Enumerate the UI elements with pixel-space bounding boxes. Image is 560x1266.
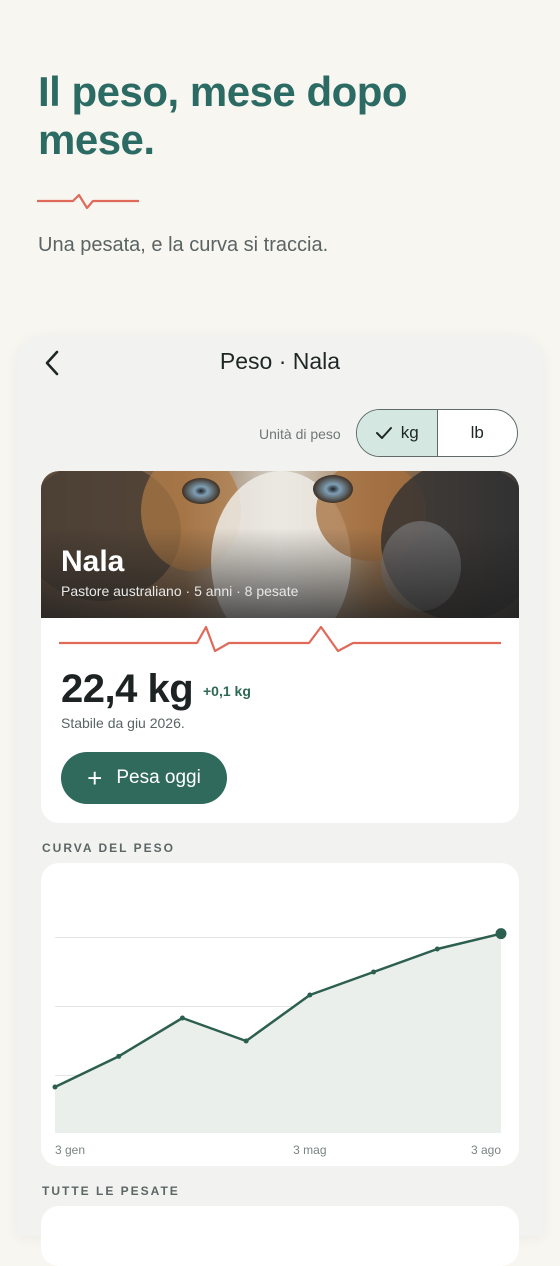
- weight-status: Stabile da giu 2026.: [61, 715, 185, 731]
- weight-chart-svg: 3 gen 3 mag 3 ago: [52, 928, 507, 1157]
- weight-delta: +0,1 kg: [203, 683, 251, 699]
- weighings-list: [41, 1206, 519, 1266]
- chart-area: [55, 933, 501, 1133]
- chart-point: [52, 1084, 58, 1090]
- current-weight: 22,4 kg: [61, 667, 194, 711]
- chart-latest-point: [495, 928, 507, 940]
- plus-icon: +: [87, 763, 103, 793]
- chart-point: [307, 992, 313, 998]
- unit-option-kg[interactable]: kg: [357, 410, 438, 456]
- chart-point: [434, 946, 440, 952]
- unit-option-label: kg: [400, 423, 419, 442]
- chart-point: [371, 969, 377, 975]
- unit-option-lb[interactable]: lb: [438, 410, 518, 456]
- chart-x-tick-label: 3 mag: [293, 1143, 326, 1157]
- section-label-curve: CURVA DEL PESO: [42, 841, 175, 855]
- chart-x-tick-label: 3 gen: [55, 1143, 85, 1157]
- pulse-divider-icon: [37, 193, 139, 210]
- heartbeat-line-icon: [59, 625, 501, 653]
- unit-option-label: lb: [470, 423, 484, 442]
- section-label-all: TUTTE LE PESATE: [42, 1184, 180, 1198]
- unit-label: Unità di peso: [259, 426, 341, 442]
- unit-toggle: kg lb: [356, 409, 518, 457]
- chart-point: [116, 1053, 122, 1059]
- pet-meta: Pastore australiano · 5 anni · 8 pesate: [61, 583, 299, 599]
- phone-screen: Peso · Nala Unità di peso kg lb Nala Pas…: [17, 336, 543, 1266]
- hero-title: Il peso, mese dopo mese.: [38, 68, 408, 163]
- weigh-today-label: Pesa oggi: [116, 767, 201, 788]
- screen-title: Peso · Nala: [219, 348, 341, 374]
- chart-x-tick-label: 3 ago: [471, 1143, 501, 1157]
- hero-subtitle: Una pesata, e la curva si traccia.: [38, 234, 329, 256]
- chart-point: [179, 1015, 185, 1021]
- pet-name: Nala: [61, 545, 125, 578]
- weigh-today-button[interactable]: + Pesa oggi: [61, 752, 227, 804]
- pet-card: Nala Pastore australiano · 5 anni · 8 pe…: [41, 471, 519, 823]
- pet-photo: Nala Pastore australiano · 5 anni · 8 pe…: [41, 471, 519, 618]
- weight-chart: 3 gen 3 mag 3 ago: [41, 863, 519, 1166]
- check-icon: [375, 426, 393, 440]
- chart-point: [243, 1038, 249, 1044]
